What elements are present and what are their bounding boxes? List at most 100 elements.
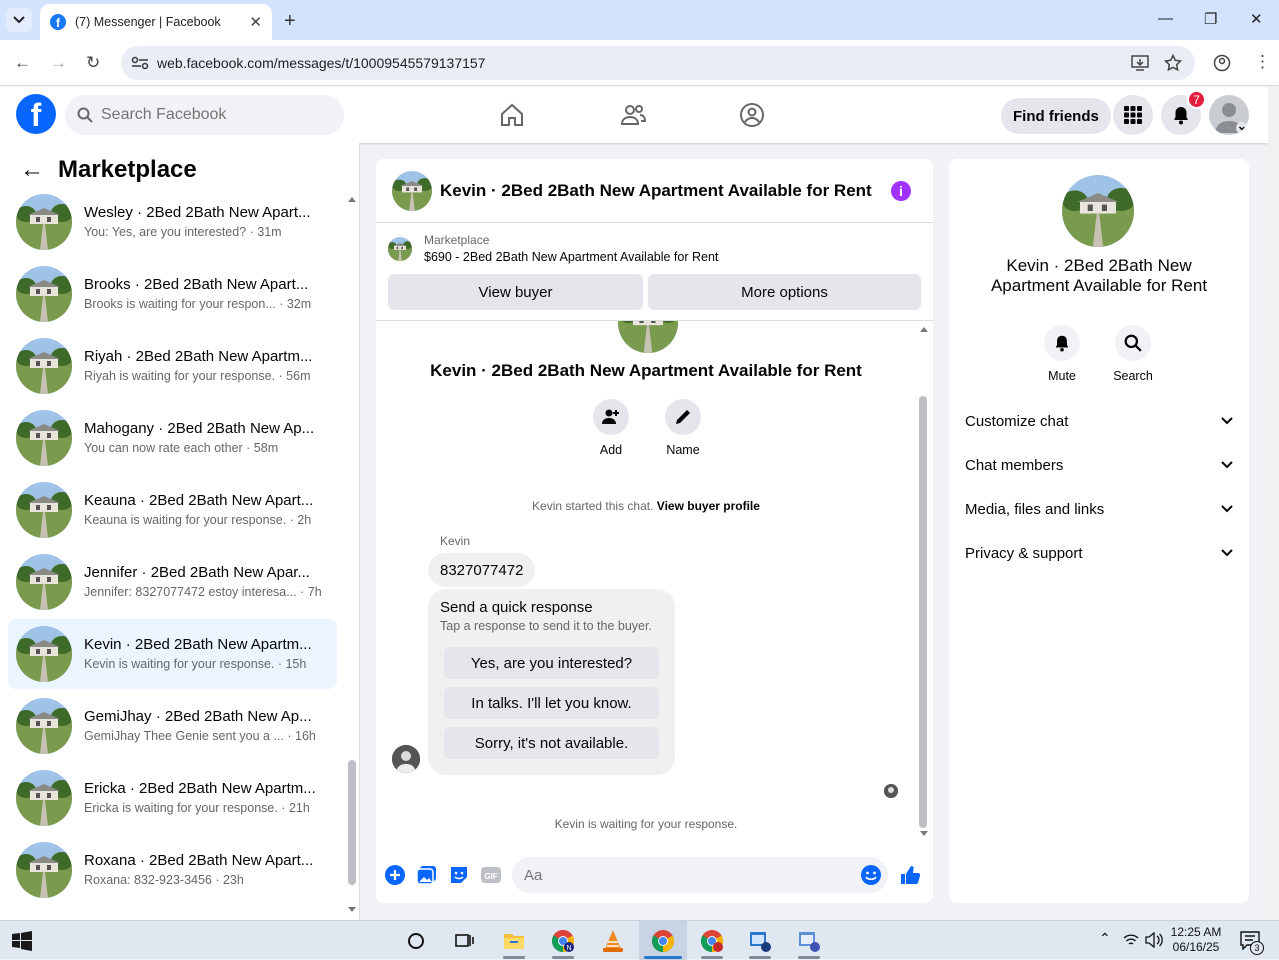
app-window-2-icon[interactable] [797,929,821,953]
conversation-item[interactable]: Jennifer · 2Bed 2Bath New Apar... Jennife… [8,547,337,617]
chrome-icon[interactable] [651,929,675,953]
conversation-item[interactable]: Riyah · 2Bed 2Bath New Apartm... Riyah is… [8,331,337,401]
view-buyer-button[interactable]: View buyer [388,274,643,310]
marketplace-listing[interactable]: Marketplace $690 - 2Bed 2Bath New Apartm… [388,233,718,264]
conversation-item[interactable]: GemiJhay · 2Bed 2Bath New Ap... GemiJhay … [8,691,337,761]
search-icon [77,107,93,123]
conversation-name: Riyah · 2Bed 2Bath New Apartm... [84,348,313,365]
conversation-item[interactable]: Brooks · 2Bed 2Bath New Apart... Brooks i… [8,259,337,329]
privacy-support-section[interactable]: Privacy & support [965,541,1233,565]
windows-start-icon[interactable] [12,931,32,951]
sender-name: Kevin [440,534,471,548]
window-close-icon[interactable]: ✕ [1250,10,1263,28]
sidebar-title: Marketplace [58,156,197,183]
forward-icon[interactable]: → [50,53,67,73]
customize-chat-section[interactable]: Customize chat [965,409,1233,433]
tab-search-button[interactable] [6,8,32,32]
menu-button[interactable] [1113,95,1153,135]
site-info-icon[interactable] [131,56,149,70]
quick-response-button[interactable]: Sorry, it's not available. [444,727,659,759]
message-input-box[interactable] [512,857,888,893]
chevron-down-icon [1221,549,1233,557]
section-label: Chat members [965,456,1064,474]
friends-icon[interactable] [619,101,647,129]
file-explorer-icon[interactable] [502,929,526,953]
cortana-search-icon[interactable] [404,929,428,953]
message-bubble[interactable]: 8327077472 [428,553,536,587]
sidebar-scrollbar[interactable] [348,760,356,885]
chat-title[interactable]: Kevin · 2Bed 2Bath New Apartment Availab… [440,181,872,201]
media-files-links-section[interactable]: Media, files and links [965,497,1233,521]
page-scrollbar[interactable] [1268,87,1279,920]
chat-members-section[interactable]: Chat members [965,453,1233,477]
scroll-up-icon[interactable] [347,195,357,203]
pencil-icon [676,410,690,424]
url-text: web.facebook.com/messages/t/100095455791… [157,55,486,71]
photo-icon[interactable] [416,864,438,886]
scroll-down-icon[interactable] [347,906,357,914]
app-window-icon[interactable] [748,929,772,953]
sticker-icon[interactable] [448,864,470,886]
emoji-icon[interactable] [860,864,882,886]
bookmark-star-icon[interactable] [1164,54,1182,72]
new-tab-button[interactable]: + [284,10,296,33]
add-people-button[interactable]: Add [581,399,641,457]
chat-scroll-down-icon[interactable] [919,830,929,838]
mute-button[interactable]: Mute [1034,325,1090,383]
wifi-icon[interactable] [1123,933,1139,947]
clock[interactable]: 12:25 AM 06/16/25 [1166,925,1226,955]
chevron-up-icon[interactable]: ⌃ [1099,930,1111,947]
restore-icon[interactable]: ❐ [1204,10,1217,28]
conversation-avatar [16,626,72,682]
search-chat-button[interactable]: Search [1105,325,1161,383]
quick-response-button[interactable]: In talks. I'll let you know. [444,687,659,719]
chrome-profile-icon[interactable]: N [551,929,575,953]
back-icon[interactable]: ← [14,53,31,73]
conversation-item[interactable]: Mahogany · 2Bed 2Bath New Ap... You can n… [8,403,337,473]
search-input[interactable] [101,106,321,124]
more-options-button[interactable]: More options [648,274,921,310]
close-tab-icon[interactable]: ✕ [249,13,262,31]
view-buyer-profile-link[interactable]: View buyer profile [657,499,760,513]
find-friends-button[interactable]: Find friends [1001,98,1111,134]
conversation-item[interactable]: Kevin · 2Bed 2Bath New Apartm... Kevin is… [8,619,337,689]
name-chat-button[interactable]: Name [653,399,713,457]
groups-icon[interactable] [738,101,766,129]
browser-menu-icon[interactable]: ⋮ [1254,52,1271,72]
conversation-item[interactable]: Wesley · 2Bed 2Bath New Apart... You: Yes… [8,187,337,257]
profile-icon[interactable] [1213,54,1231,72]
conversation-avatar [16,194,72,250]
sender-avatar[interactable] [392,745,420,773]
volume-icon[interactable] [1145,932,1163,948]
back-arrow-icon[interactable]: ← [20,156,44,184]
browser-tab[interactable]: f (7) Messenger | Facebook ✕ [40,4,272,40]
conversation-snippet: Keauna is waiting for your response. · 2… [84,513,312,527]
home-icon[interactable] [498,101,526,129]
info-icon[interactable]: i [891,181,911,201]
marketplace-sidebar: ← Marketplace Wesley · 2Bed 2Bath New Ap… [0,143,360,920]
conversation-item[interactable]: Ericka · 2Bed 2Bath New Apartm... Ericka … [8,763,337,833]
facebook-header: f Find friends 7 [0,87,1268,143]
install-app-icon[interactable] [1131,54,1149,72]
chat-scroll-up-icon[interactable] [919,325,929,333]
facebook-search[interactable] [65,95,344,135]
chat-scrollbar[interactable] [919,396,927,828]
minimize-icon[interactable]: — [1158,10,1173,27]
address-bar[interactable]: web.facebook.com/messages/t/100095455791… [121,46,1195,80]
reload-icon[interactable]: ↻ [86,53,100,73]
plus-circle-icon[interactable] [384,864,406,886]
conversation-item[interactable]: Keauna · 2Bed 2Bath New Apart... Keauna i… [8,475,337,545]
gif-icon[interactable]: GIF [480,864,502,886]
facebook-logo-icon[interactable]: f [16,94,56,134]
message-input[interactable] [524,866,844,884]
conversation-name: Jennifer · 2Bed 2Bath New Apar... [84,564,310,581]
like-thumb-icon[interactable] [899,864,921,886]
seen-indicator-avatar [884,784,898,798]
conversation-item[interactable]: Roxana · 2Bed 2Bath New Apart... Roxana: … [8,835,337,905]
vlc-icon[interactable] [601,929,625,953]
quick-response-button[interactable]: Yes, are you interested? [444,647,659,679]
task-view-icon[interactable] [452,929,476,953]
chat-avatar[interactable] [392,170,432,211]
account-avatar[interactable] [1209,95,1249,135]
chrome-profile-2-icon[interactable] [700,929,724,953]
